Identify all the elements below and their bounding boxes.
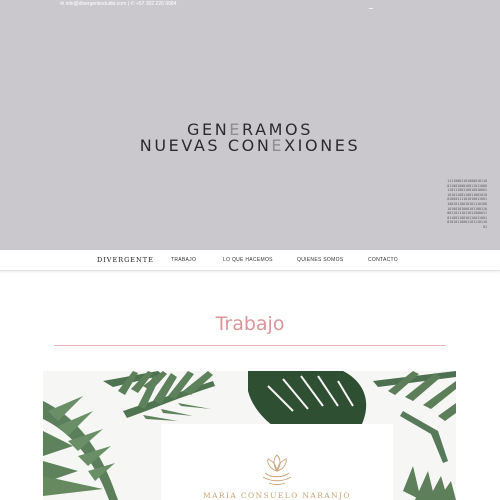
nav-item-trabajo[interactable]: TRABAJO (171, 257, 196, 263)
top-contact-bar: ✉ info@divergentestudio.com | ✆ +57 302 … (0, 0, 500, 14)
hero-binary-text: 1111000110100001011001100100010011011000… (447, 179, 487, 229)
nav-item-lo-que-hacemos[interactable]: LO QUE HACEMOS (223, 257, 273, 263)
social-links (368, 1, 383, 14)
contact-separator: | (127, 1, 129, 7)
lotus-logo-icon (262, 454, 292, 485)
phone-link[interactable]: +57 302 226 9684 (136, 0, 176, 8)
portfolio-item[interactable]: MARIA CONSUELO NARANJO (43, 371, 456, 500)
phone-icon: ✆ (130, 1, 135, 7)
mail-icon: ✉ (60, 1, 65, 7)
contact-info: ✉ info@divergentestudio.com | ✆ +57 302 … (60, 0, 176, 8)
nav-item-quienes-somos[interactable]: QUIENES SOMOS (297, 257, 343, 263)
instagram-icon[interactable] (368, 1, 374, 14)
main-navigation: DIVERGENTE TRABAJO LO QUE HACEMOS QUIENE… (0, 250, 500, 271)
logo[interactable]: DIVERGENTE (97, 256, 154, 264)
logo-card: MARIA CONSUELO NARANJO (161, 424, 393, 500)
hero-banner: GENERAMOS NUEVAS CONEXIONES 111100011010… (0, 9, 500, 250)
vimeo-icon[interactable] (377, 1, 383, 14)
card-name-text: MARIA CONSUELO NARANJO (203, 491, 351, 500)
hero-headline-line2: NUEVAS CONEXIONES (139, 136, 361, 155)
email-link[interactable]: info@divergentestudio.com (66, 0, 127, 8)
section-divider (54, 345, 446, 346)
nav-item-contacto[interactable]: CONTACTO (368, 257, 398, 263)
section-title: Trabajo (215, 313, 285, 335)
